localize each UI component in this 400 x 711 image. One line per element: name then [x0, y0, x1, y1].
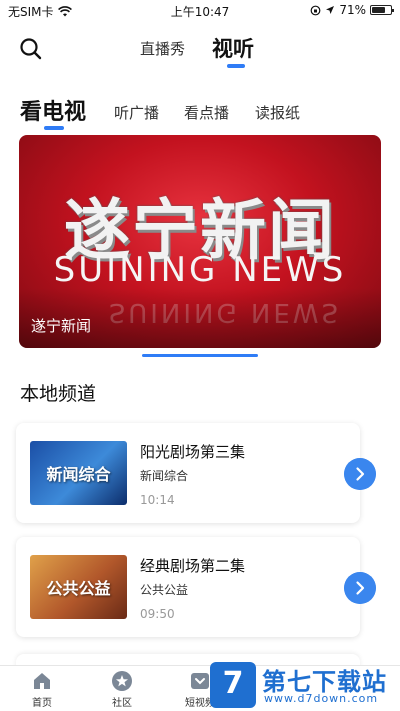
- active-tab-indicator: [227, 64, 245, 68]
- battery-percent: 71%: [339, 3, 366, 17]
- program-title: 阳光剧场第三集: [140, 443, 246, 461]
- battery-icon: [370, 5, 394, 15]
- chevron-right-icon[interactable]: [344, 458, 376, 490]
- search-icon[interactable]: [18, 36, 44, 62]
- tab-listen-radio[interactable]: 听广播: [114, 102, 159, 123]
- rotation-lock-icon: [310, 5, 321, 15]
- tab-audiovisual[interactable]: 视听: [212, 33, 254, 63]
- thumbnail-label: 新闻综合: [46, 465, 111, 484]
- channel-thumbnail: 公共公益: [30, 555, 127, 619]
- channel-thumbnail: 新闻综合: [30, 441, 127, 505]
- channel-card[interactable]: 公共公益 经典剧场第二集 公共公益 09:50: [16, 537, 376, 637]
- tabbar-label: 社区: [112, 698, 132, 709]
- tabbar-item-community[interactable]: 社区: [92, 670, 152, 709]
- section-tab-indicator: [44, 126, 64, 130]
- channel-card[interactable]: 新闻综合 阳光剧场第三集 新闻综合 10:14: [16, 423, 376, 523]
- banner-caption: 遂宁新闻: [31, 317, 92, 335]
- star-icon: [112, 671, 132, 691]
- top-nav: 直播秀 视听: [0, 28, 400, 72]
- tab-read-newspaper[interactable]: 读报纸: [255, 102, 300, 123]
- watermark-logo-text: 7: [222, 666, 244, 701]
- tab-live-show[interactable]: 直播秀: [140, 38, 185, 59]
- watermark: 7 第七下载站 www.d7down.com: [210, 660, 400, 711]
- home-icon: [34, 673, 50, 689]
- thumbnail-label: 公共公益: [46, 579, 111, 598]
- tabbar-item-home[interactable]: 首页: [12, 670, 72, 709]
- program-title: 经典剧场第二集: [140, 557, 246, 575]
- status-right: 71%: [310, 3, 394, 17]
- watermark-url: www.d7down.com: [264, 692, 379, 705]
- program-time: 10:14: [140, 493, 175, 507]
- tabbar-label: 首页: [32, 698, 52, 709]
- featured-banner[interactable]: 遂宁新闻 SUINING NEWS SUINING NEWS 遂宁新闻: [19, 135, 381, 348]
- banner-page-indicator: [142, 354, 258, 357]
- channel-name: 新闻综合: [140, 469, 189, 483]
- program-time: 09:50: [140, 607, 175, 621]
- banner-title-en: SUINING NEWS: [53, 250, 347, 290]
- channel-name: 公共公益: [140, 583, 189, 597]
- chevron-right-icon[interactable]: [344, 572, 376, 604]
- watermark-logo: 7: [210, 662, 256, 708]
- location-icon: [326, 6, 335, 14]
- battery-fill: [372, 7, 385, 13]
- video-icon: [191, 673, 209, 689]
- section-tabs: 看电视 听广播 看点播 读报纸: [0, 92, 400, 132]
- status-bar: 无SIM卡 上午10:47 71%: [0, 0, 400, 20]
- tab-on-demand[interactable]: 看点播: [184, 102, 229, 123]
- tab-watch-tv[interactable]: 看电视: [20, 94, 86, 126]
- local-channels-title: 本地频道: [20, 383, 97, 405]
